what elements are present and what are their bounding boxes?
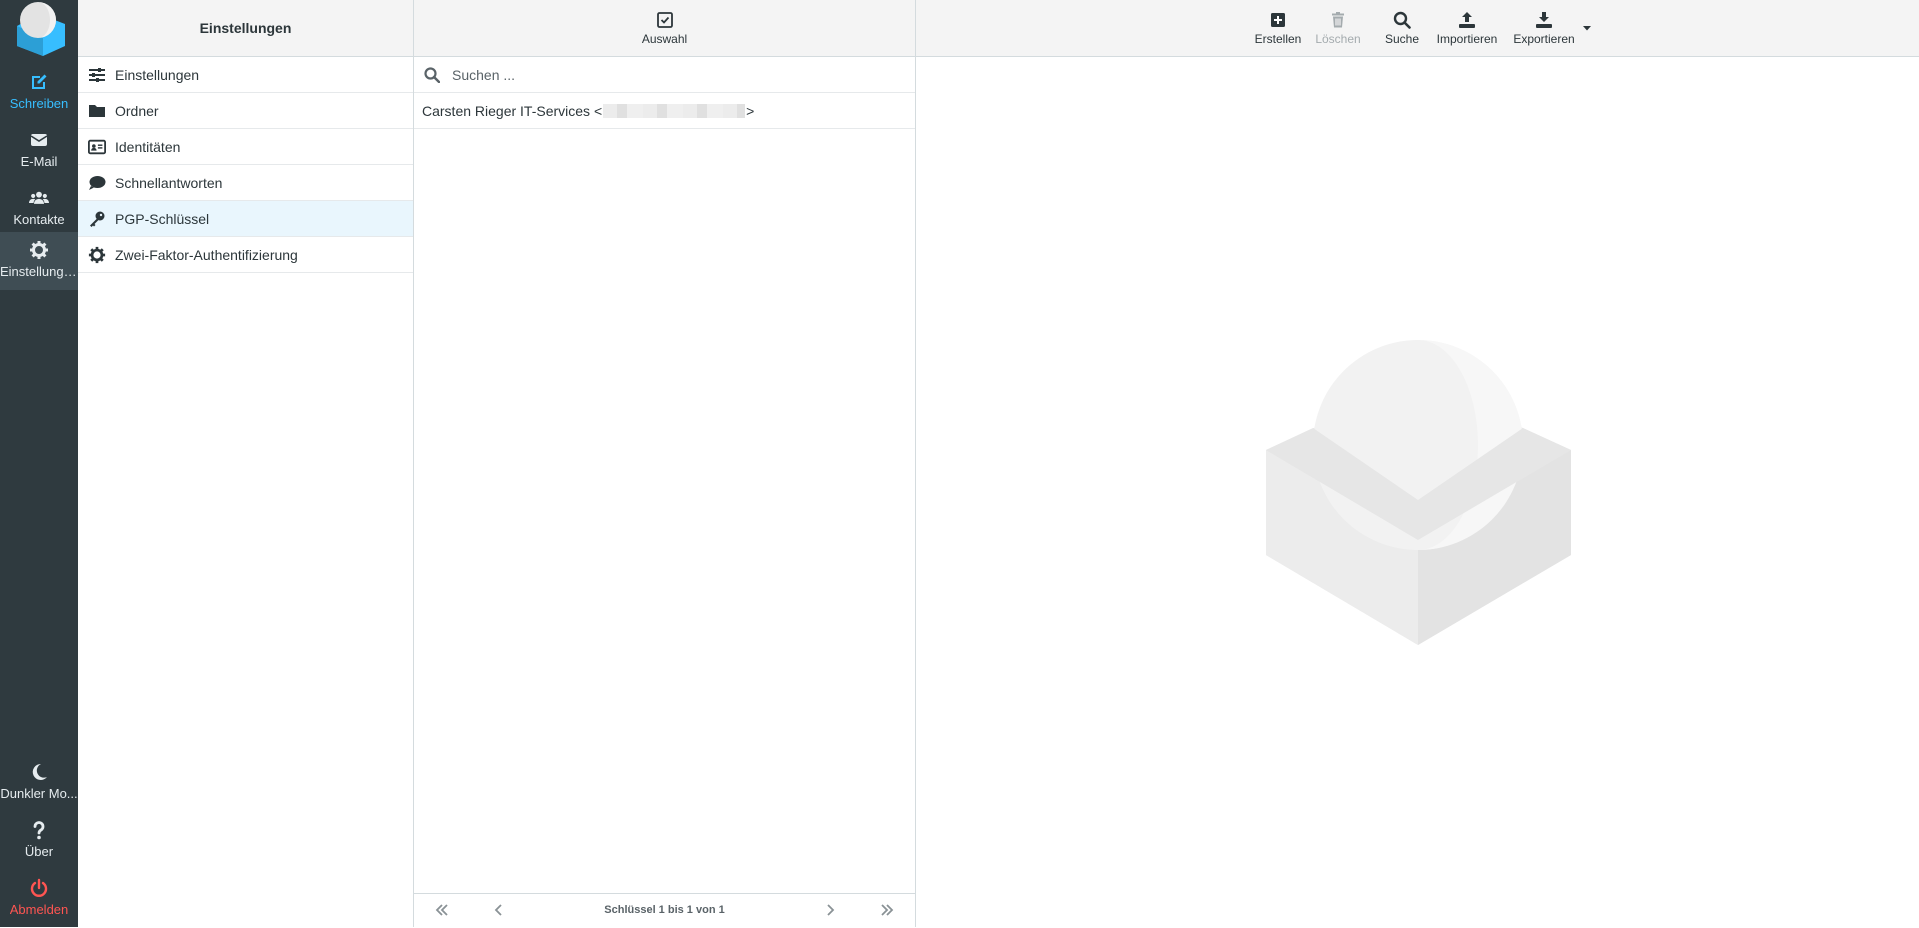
settings-item-responses[interactable]: Schnellantworten (78, 165, 413, 201)
create-label: Erstellen (1254, 31, 1302, 46)
delete-button[interactable]: Löschen (1310, 0, 1366, 56)
settings-item-folders[interactable]: Ordner (78, 93, 413, 129)
search-input[interactable] (450, 65, 894, 84)
pgp-key-list: Auswahl Carsten Rieger IT-Services < > Sc… (414, 0, 916, 927)
question-icon (33, 821, 45, 840)
users-icon (29, 191, 49, 204)
settings-item-label: Schnellantworten (115, 174, 223, 191)
upload-icon (1459, 11, 1475, 28)
comment-icon (89, 175, 106, 190)
roundcube-logo[interactable] (9, 0, 69, 56)
search-icon (1393, 11, 1411, 29)
toolbar: Erstellen Löschen Suche Importieren Expo… (916, 0, 1919, 57)
key-email-close: > (746, 102, 755, 119)
redacted-email (603, 103, 746, 118)
main-navigation: Schreiben E-Mail Kontakte Einstellungen … (0, 0, 78, 927)
envelope-icon (30, 134, 48, 146)
nav-compose-label: Schreiben (9, 96, 69, 111)
nav-email-label: E-Mail (20, 154, 58, 169)
settings-item-label: PGP-Schlüssel (115, 210, 210, 227)
key-icon (90, 211, 105, 227)
nav-dark-mode[interactable]: Dunkler Mo... (0, 754, 78, 812)
settings-item-label: Identitäten (115, 138, 181, 155)
nav-about-label: Über (24, 844, 54, 859)
pagination-bar: Schlüssel 1 bis 1 von 1 (414, 893, 915, 927)
id-card-icon (88, 139, 106, 154)
nav-about[interactable]: Über (0, 812, 78, 870)
last-page-icon[interactable] (879, 902, 895, 918)
settings-item-pgp-keys[interactable]: PGP-Schlüssel (78, 201, 413, 237)
settings-item-label: Zwei-Faktor-Authentifizierung (115, 246, 298, 263)
create-button[interactable]: Erstellen (1248, 0, 1308, 56)
select-label: Auswahl (641, 31, 688, 46)
nav-contacts[interactable]: Kontakte (0, 180, 78, 238)
folder-icon (89, 104, 105, 117)
key-name: Carsten Rieger IT-Services (422, 102, 591, 119)
export-button[interactable]: Exportieren (1508, 0, 1580, 56)
search-button[interactable]: Suche (1380, 0, 1424, 56)
nav-settings[interactable]: Einstellungen (0, 232, 78, 290)
sliders-icon (89, 67, 105, 82)
gear-icon (88, 246, 106, 263)
key-row[interactable]: Carsten Rieger IT-Services < > (414, 93, 915, 129)
settings-title: Einstellungen (78, 0, 413, 57)
delete-label: Löschen (1315, 31, 1361, 46)
nav-dark-mode-label: Dunkler Mo... (0, 786, 78, 801)
moon-icon (32, 763, 47, 780)
nav-compose[interactable]: Schreiben (0, 64, 78, 122)
settings-sidebar: Einstellungen Einstellungen Ordner Ident… (78, 0, 414, 927)
content-pane: Erstellen Löschen Suche Importieren Expo… (916, 0, 1919, 927)
nav-settings-label: Einstellungen (0, 264, 78, 279)
settings-item-label: Ordner (115, 102, 159, 119)
page-status: Schlüssel 1 bis 1 von 1 (604, 904, 725, 916)
next-page-icon[interactable] (822, 902, 838, 918)
nav-logout[interactable]: Abmelden (0, 870, 78, 928)
export-label: Exportieren (1513, 31, 1575, 46)
key-email-open: < (593, 102, 603, 119)
search-icon (424, 66, 440, 83)
import-label: Importieren (1436, 31, 1498, 46)
nav-logout-label: Abmelden (9, 902, 69, 917)
plus-square-icon (1271, 12, 1285, 27)
settings-item-identities[interactable]: Identitäten (78, 129, 413, 165)
power-icon (30, 878, 48, 897)
settings-item-preferences[interactable]: Einstellungen (78, 57, 413, 93)
compose-icon (32, 74, 47, 89)
nav-email[interactable]: E-Mail (0, 122, 78, 180)
settings-item-label: Einstellungen (115, 66, 200, 83)
gear-icon (30, 241, 48, 259)
nav-contacts-label: Kontakte (13, 212, 65, 227)
download-icon (1536, 11, 1552, 28)
import-button[interactable]: Importieren (1432, 0, 1502, 56)
search-label: Suche (1384, 31, 1420, 46)
caret-down-icon (1583, 26, 1591, 31)
select-button[interactable]: Auswahl (414, 0, 915, 57)
settings-item-two-factor[interactable]: Zwei-Faktor-Authentifizierung (78, 237, 413, 273)
roundcube-watermark-logo (1266, 340, 1571, 645)
trash-icon (1332, 11, 1344, 27)
checkbox-icon (656, 11, 673, 28)
search-bar (414, 57, 915, 93)
export-options-button[interactable] (1580, 0, 1594, 56)
